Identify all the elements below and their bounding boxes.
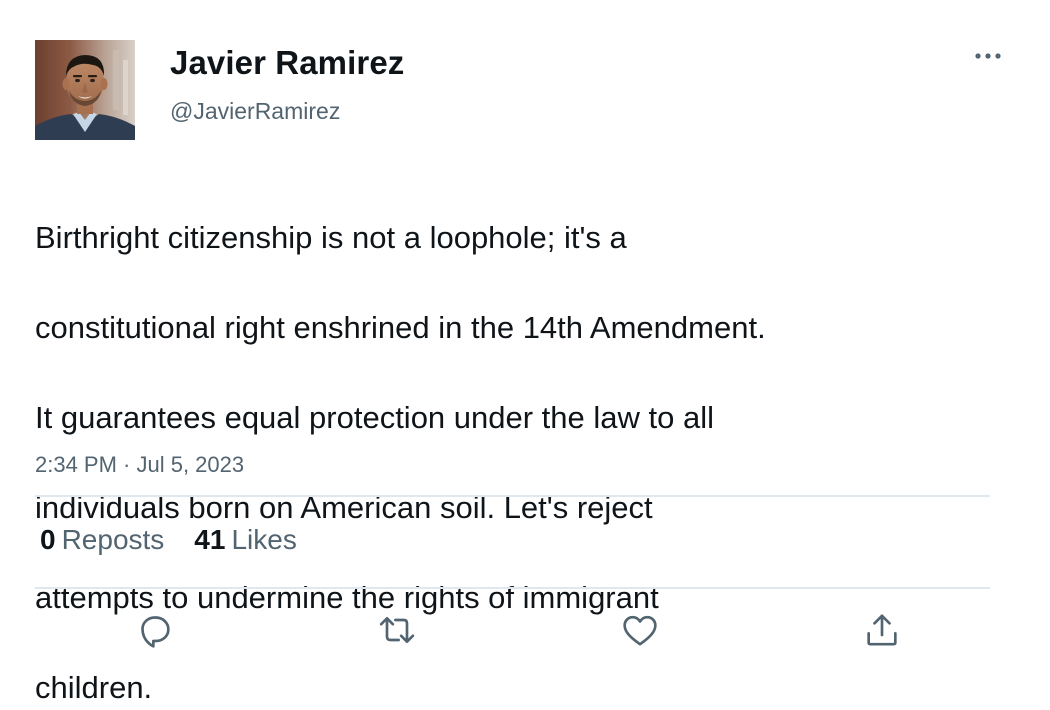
reposts-count: 0 — [40, 524, 56, 555]
divider — [35, 495, 990, 497]
reply-icon — [141, 616, 170, 648]
tweet-text-line: Birthright citizenship is not a loophole… — [35, 220, 627, 255]
reposts-label: Reposts — [61, 524, 165, 555]
tweet-text-line: attempts to undermine the rights of immi… — [35, 580, 659, 615]
tweet-text-line: It guarantees equal protection under the… — [35, 400, 715, 435]
avatar-photo — [35, 40, 135, 140]
divider — [35, 587, 990, 589]
tweet-card: Javier Ramirez @JavierRamirez Birthright… — [0, 0, 1050, 705]
reply-button[interactable] — [135, 610, 175, 650]
reposts-stat[interactable]: 0 Reposts — [40, 522, 164, 558]
more-options-button[interactable] — [968, 42, 1008, 70]
tweet-text-line: children. — [35, 670, 153, 705]
author-handle[interactable]: @JavierRamirez — [170, 96, 340, 126]
tweet-timestamp[interactable]: 2:34 PM · Jul 5, 2023 — [35, 450, 244, 480]
author-display-name[interactable]: Javier Ramirez — [170, 42, 404, 84]
engagement-stats: 0 Reposts 41 Likes — [40, 522, 297, 558]
tweet-text-line: constitutional right enshrined in the 14… — [35, 310, 766, 345]
repost-icon — [379, 617, 415, 643]
share-button[interactable] — [862, 610, 902, 650]
likes-stat[interactable]: 41 Likes — [194, 522, 297, 558]
likes-label: Likes — [231, 524, 297, 555]
heart-icon — [623, 615, 657, 646]
like-button[interactable] — [620, 610, 660, 650]
repost-button[interactable] — [377, 610, 417, 650]
more-icon — [975, 53, 1001, 59]
share-icon — [867, 614, 897, 646]
avatar[interactable] — [35, 40, 135, 140]
likes-count: 41 — [194, 524, 226, 555]
